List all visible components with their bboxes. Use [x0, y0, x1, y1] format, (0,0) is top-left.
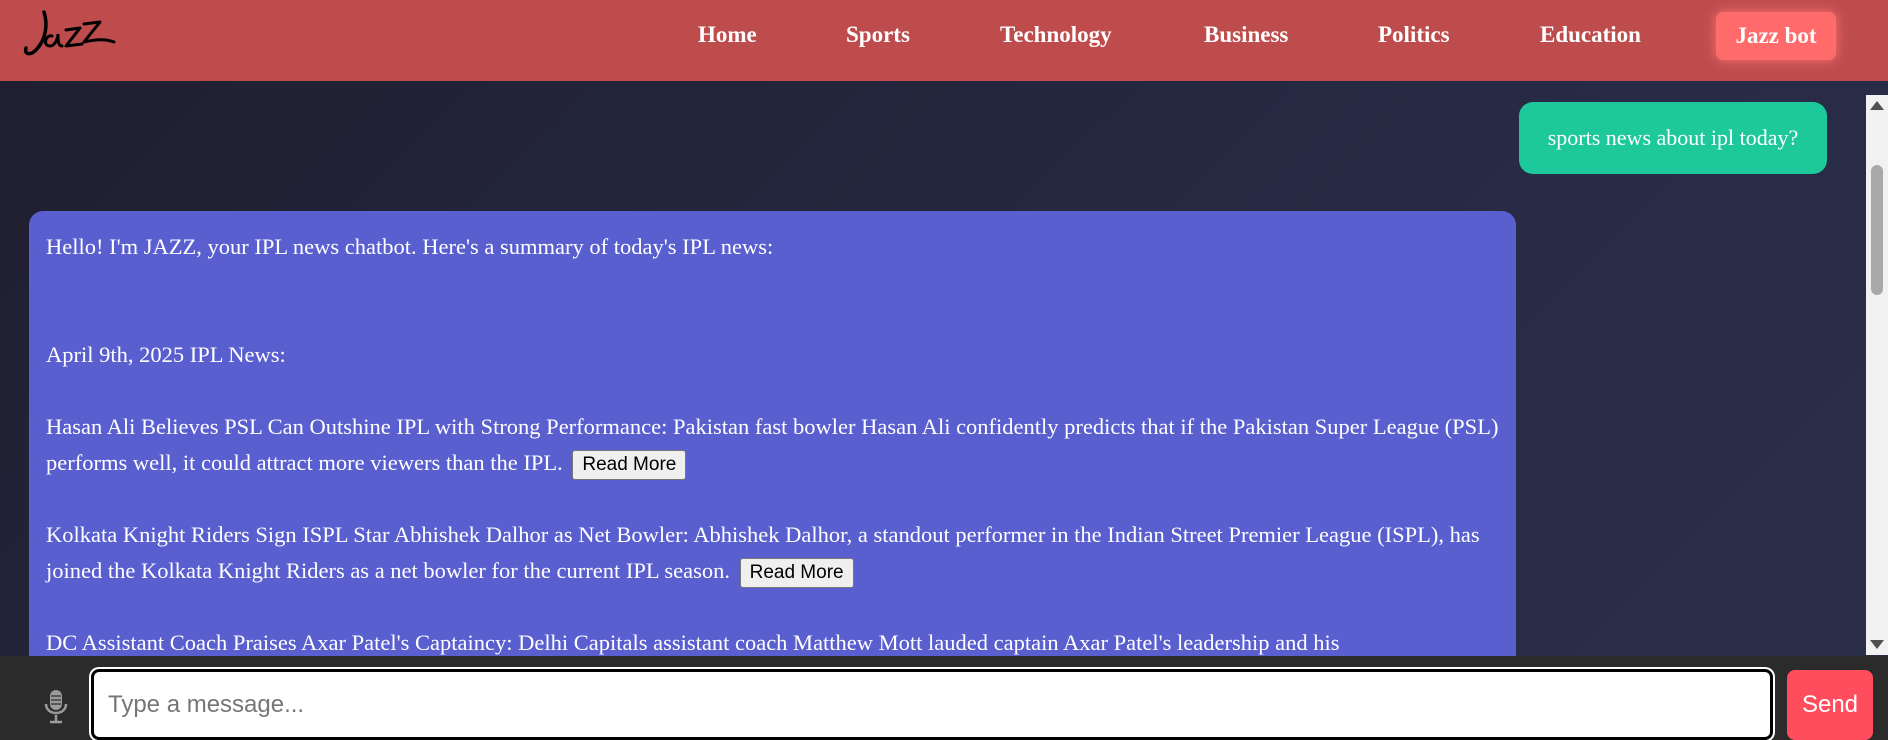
read-more-button[interactable]: Read More — [739, 557, 854, 588]
user-message-text: sports news about ipl today? — [1547, 125, 1799, 150]
nav-education-link[interactable]: Education — [1540, 22, 1641, 48]
chat-area: sports news about ipl today? Hello! I'm … — [0, 81, 1888, 656]
jazz-bot-button[interactable]: Jazz bot — [1716, 12, 1836, 60]
read-more-button[interactable]: Read More — [572, 449, 687, 480]
news-item-text: Hasan Ali Believes PSL Can Outshine IPL … — [46, 414, 1499, 475]
nav-technology-link[interactable]: Technology — [1000, 22, 1112, 48]
nav-business-link[interactable]: Business — [1204, 22, 1288, 48]
news-item-text: DC Assistant Coach Praises Axar Patel's … — [46, 630, 1340, 655]
news-item: DC Assistant Coach Praises Axar Patel's … — [46, 625, 1499, 656]
nav-home-link[interactable]: Home — [698, 22, 757, 48]
nav-politics-link[interactable]: Politics — [1378, 22, 1450, 48]
top-navbar: Home Sports Technology Business Politics… — [0, 0, 1888, 81]
scroll-down-arrow-icon[interactable] — [1870, 640, 1884, 649]
bot-intro-text: Hello! I'm JAZZ, your IPL news chatbot. … — [46, 234, 774, 259]
scroll-up-arrow-icon[interactable] — [1870, 101, 1884, 110]
send-button[interactable]: Send — [1787, 670, 1873, 740]
jazz-logo[interactable] — [22, 6, 118, 66]
chat-scrollbar[interactable] — [1866, 95, 1888, 655]
microphone-icon[interactable] — [42, 688, 70, 724]
news-date-heading: April 9th, 2025 IPL News: — [46, 342, 286, 367]
jazz-bot-label: Jazz bot — [1735, 23, 1817, 48]
message-input[interactable] — [91, 669, 1773, 740]
news-item: Kolkata Knight Riders Sign ISPL Star Abh… — [46, 517, 1499, 589]
news-item: Hasan Ali Believes PSL Can Outshine IPL … — [46, 409, 1499, 481]
scrollbar-thumb[interactable] — [1871, 165, 1883, 295]
nav-sports-link[interactable]: Sports — [846, 22, 910, 48]
bot-message-bubble: Hello! I'm JAZZ, your IPL news chatbot. … — [29, 211, 1516, 656]
message-input-bar: Send — [0, 656, 1888, 740]
user-message-bubble: sports news about ipl today? — [1519, 102, 1827, 174]
